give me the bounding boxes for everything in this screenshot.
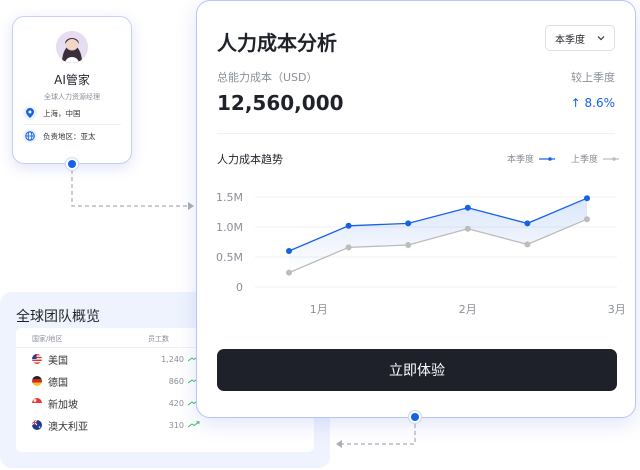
trend-up-icon <box>187 420 200 431</box>
row-count: 1,240 <box>161 354 184 364</box>
profile-location-text: 上海，中国 <box>43 108 81 118</box>
card-divider <box>217 133 615 134</box>
try-now-button[interactable]: 立即体验 <box>217 349 617 391</box>
col-country: 国家/地区 <box>32 335 63 343</box>
row-count: 420 <box>168 398 184 408</box>
data-point <box>464 204 471 211</box>
profile-region-text: 负责地区：亚太 <box>43 131 96 141</box>
data-point <box>345 222 352 229</box>
kpi-value: 12,560,000 <box>217 91 344 115</box>
row-count: 310 <box>168 420 184 430</box>
australia-flag-icon <box>32 420 42 430</box>
data-point <box>345 244 352 251</box>
data-point <box>524 241 531 248</box>
x-tick-label: 1月 <box>310 303 328 316</box>
period-select-value: 本季度 <box>555 34 585 46</box>
y-tick-label: 0 <box>236 281 243 294</box>
kpi-label: 总能力成本（USD） <box>217 71 318 84</box>
card-title: 人力成本分析 <box>217 31 337 55</box>
profile-name: AI管家 <box>54 73 90 87</box>
profile-region: 负责地区：亚太 <box>23 125 121 147</box>
data-point <box>286 269 292 276</box>
row-country: 美国 <box>48 355 68 367</box>
data-point <box>524 220 531 227</box>
legend-label-current: 本季度 <box>506 155 534 165</box>
avatar <box>56 31 88 63</box>
germany-flag-icon <box>32 376 42 386</box>
globe-icon <box>23 129 37 143</box>
y-tick-label: 1.0M <box>216 221 243 234</box>
data-point <box>286 248 292 254</box>
stage: AI管家 全球人力资源经理 上海，中国 负责地区：亚太 全球团队概览 国家/地区… <box>0 0 640 470</box>
legend-item-current[interactable]: 本季度 <box>507 152 555 165</box>
legend-label-previous: 上季度 <box>570 155 598 165</box>
data-point <box>584 195 590 202</box>
profile-role: 全球人力资源经理 <box>44 93 100 101</box>
profile-card[interactable]: AI管家 全球人力资源经理 上海，中国 负责地区：亚太 <box>12 16 132 164</box>
y-tick-label: 1.5M <box>216 191 243 204</box>
row-country: 德国 <box>48 377 68 389</box>
legend-item-previous[interactable]: 上季度 <box>571 152 619 165</box>
profile-location: 上海，中国 <box>23 102 121 124</box>
profile-connector-dot <box>66 158 78 170</box>
data-point <box>405 220 412 227</box>
series-area-fill <box>289 198 587 273</box>
comparison-value: ↑ 8.6% <box>570 96 615 110</box>
x-tick-label: 3月 <box>608 303 626 316</box>
legend-swatch-current <box>538 156 555 161</box>
chevron-down-icon <box>596 33 606 46</box>
data-point <box>464 225 471 232</box>
singapore-flag-icon <box>32 398 42 408</box>
team-title: 全球团队概览 <box>16 309 100 325</box>
col-staff: 员工数 <box>148 335 169 343</box>
us-flag-icon <box>32 354 42 364</box>
row-count: 860 <box>168 376 184 386</box>
row-country: 澳大利亚 <box>48 421 88 433</box>
data-point <box>405 242 412 248</box>
chart-legend: 本季度 上季度 <box>491 152 619 165</box>
comparison-label: 较上季度 <box>571 71 615 84</box>
row-country: 新加坡 <box>48 399 78 411</box>
legend-swatch-previous <box>603 156 619 161</box>
period-select[interactable]: 本季度 <box>545 25 615 51</box>
y-tick-label: 0.5M <box>216 251 243 264</box>
cost-trend-chart: 0 0.5M 1.0M 1.5M 1月 2月 3月 <box>216 191 626 316</box>
cost-analysis-card: 人力成本分析 本季度 总能力成本（USD） 12,560,000 较上季度 ↑ … <box>196 0 636 418</box>
x-tick-label: 2月 <box>459 303 477 316</box>
card-connector-dot <box>409 411 421 423</box>
location-pin-icon <box>23 106 37 120</box>
chart-title: 人力成本趋势 <box>217 153 283 166</box>
data-point <box>584 216 590 223</box>
